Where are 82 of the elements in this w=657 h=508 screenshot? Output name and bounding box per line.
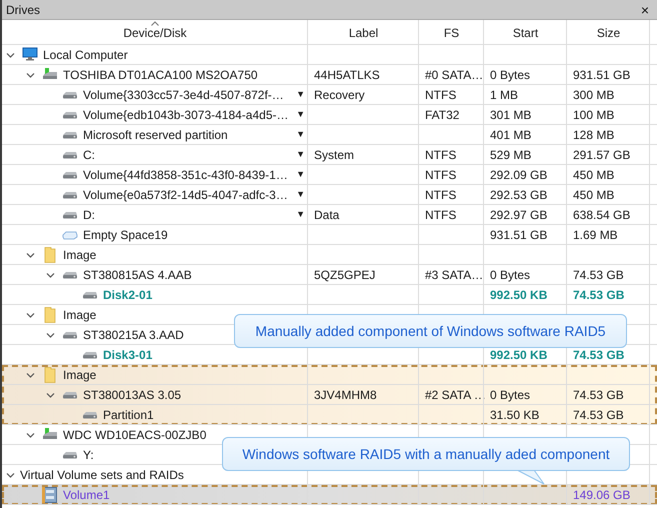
- device-name[interactable]: Image: [63, 306, 96, 324]
- table-cell-text: NTFS: [425, 207, 456, 224]
- device-name[interactable]: ST380215A 3.AAD: [83, 326, 184, 344]
- table-cell-text: 992.50 KB: [490, 287, 548, 304]
- table-cell-text: 74.53 GB: [573, 387, 624, 404]
- device-name[interactable]: Disk2-01: [103, 286, 152, 304]
- table-cell-text: 301 MB: [490, 107, 532, 124]
- device-name[interactable]: Volume{3303cc57-3e4d-4507-872f-…: [83, 86, 284, 104]
- table-cell-text: System: [314, 147, 354, 164]
- close-button[interactable]: ×: [640, 2, 649, 16]
- table-cell-text: 1.69 MB: [573, 227, 618, 244]
- table-cell-text: 292.97 GB: [490, 207, 548, 224]
- table-cell-text: 450 MB: [573, 187, 614, 204]
- column-header[interactable]: Device/Disk: [2, 20, 308, 45]
- column-header[interactable]: Size: [567, 20, 650, 45]
- table-cell-text: 292.09 GB: [490, 167, 548, 184]
- table-cell-text: Data: [314, 207, 340, 224]
- table-cell-text: NTFS: [425, 187, 456, 204]
- table-cell-text: 450 MB: [573, 167, 614, 184]
- table-cell-text: 0 Bytes: [490, 67, 530, 84]
- table-cell-text: 74.53 GB: [573, 407, 624, 424]
- table-cell-text: 74.53 GB: [573, 287, 624, 304]
- dropdown-arrow[interactable]: ▼: [296, 88, 305, 102]
- column-header[interactable]: Label: [308, 20, 419, 45]
- table-cell-text: 44H5ATLKS: [314, 67, 380, 84]
- column-header[interactable]: Start: [484, 20, 567, 45]
- callout: Windows software RAID5 with a manually aded component: [222, 437, 630, 471]
- table-cell-text: 3JV4MHM8: [314, 387, 377, 404]
- device-name[interactable]: C:: [83, 146, 95, 164]
- table-cell-text: 292.53 GB: [490, 187, 548, 204]
- callout: Manually added component of Windows software RAID5: [234, 314, 627, 348]
- table-cell-text: 128 MB: [573, 127, 614, 144]
- device-name[interactable]: Disk3-01: [103, 346, 152, 364]
- device-name[interactable]: Image: [63, 366, 96, 384]
- table-cell-text: 931.51 GB: [573, 67, 630, 84]
- table-cell-text: 300 MB: [573, 87, 614, 104]
- table-cell-text: 31.50 KB: [490, 407, 540, 424]
- device-name[interactable]: Volume{edb1043b-3073-4184-a4d5-…: [83, 106, 288, 124]
- table-cell-text: 638.54 GB: [573, 207, 630, 224]
- table-cell-text: NTFS: [425, 167, 456, 184]
- panel-title: Drives: [6, 2, 40, 18]
- device-name[interactable]: ST380815AS 4.AAB: [83, 266, 192, 284]
- device-name[interactable]: Partition1: [103, 406, 154, 424]
- device-name[interactable]: Y:: [83, 446, 94, 464]
- table-cell-text: 992.50 KB: [490, 347, 548, 364]
- table-cell-text: 5QZ5GPEJ: [314, 267, 376, 284]
- dropdown-arrow[interactable]: ▼: [296, 148, 305, 162]
- device-name[interactable]: D:: [83, 206, 95, 224]
- table-cell-text: #0 SATA…: [425, 67, 484, 84]
- dropdown-arrow[interactable]: ▼: [296, 208, 305, 222]
- table-cell-text: 1 MB: [490, 87, 518, 104]
- device-name[interactable]: ST380013AS 3.05: [83, 386, 182, 404]
- device-name[interactable]: WDC WD10EACS-00ZJB0: [63, 426, 206, 444]
- table-cell-text: 401 MB: [490, 127, 532, 144]
- table-cell-text: 529 MB: [490, 147, 532, 164]
- dropdown-arrow[interactable]: ▼: [296, 188, 305, 202]
- table-cell-text: 0 Bytes: [490, 267, 530, 284]
- table-cell-text: #3 SATA…: [425, 267, 484, 284]
- table-cell-text: NTFS: [425, 147, 456, 164]
- device-name[interactable]: Empty Space19: [83, 226, 168, 244]
- table-cell-text: 149.06 GB: [573, 487, 630, 504]
- dropdown-arrow[interactable]: ▼: [296, 168, 305, 182]
- table-cell-text: 100 MB: [573, 107, 614, 124]
- device-name[interactable]: Local Computer: [43, 46, 128, 64]
- table-cell-text: 74.53 GB: [573, 347, 624, 364]
- table-cell-text: 0 Bytes: [490, 387, 530, 404]
- column-header[interactable]: FS: [419, 20, 484, 45]
- dropdown-arrow[interactable]: ▼: [296, 108, 305, 122]
- device-name[interactable]: Microsoft reserved partition: [83, 126, 228, 144]
- table-cell-text: NTFS: [425, 87, 456, 104]
- device-name[interactable]: Image: [63, 246, 96, 264]
- table-cell-text: 291.57 GB: [573, 147, 630, 164]
- dropdown-arrow[interactable]: ▼: [296, 128, 305, 142]
- device-name[interactable]: TOSHIBA DT01ACA100 MS2OA750: [63, 66, 258, 84]
- table-cell-text: 74.53 GB: [573, 267, 624, 284]
- device-name[interactable]: Virtual Volume sets and RAIDs: [20, 466, 184, 484]
- table-cell-text: 931.51 GB: [490, 227, 548, 244]
- device-name[interactable]: Volume1: [63, 486, 110, 504]
- device-name[interactable]: Volume{e0a573f2-14d5-4047-adfc-3…: [83, 186, 288, 204]
- table-cell-text: FAT32: [425, 107, 460, 124]
- table-cell-text: Recovery: [314, 87, 365, 104]
- device-name[interactable]: Volume{44fd3858-351c-43f0-8439-1…: [83, 166, 288, 184]
